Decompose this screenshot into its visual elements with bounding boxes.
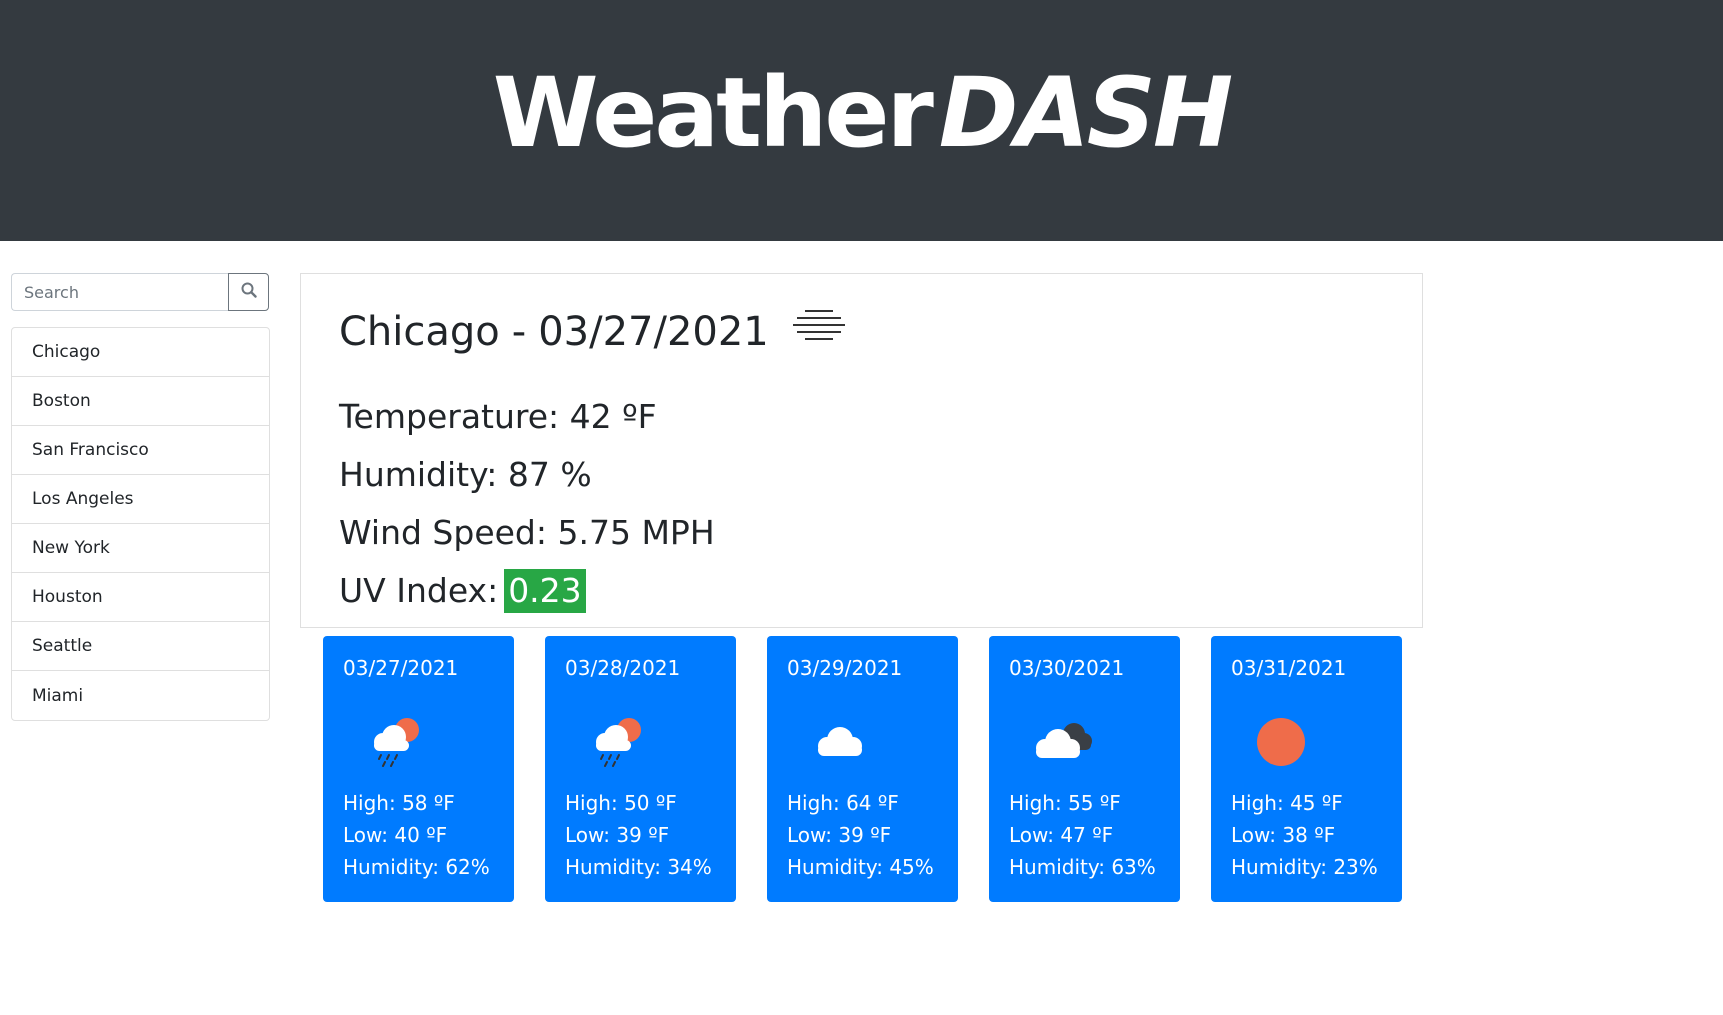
current-temperature: Temperature: 42 ºF (339, 397, 657, 436)
search-button[interactable] (228, 273, 269, 311)
overcast-clouds-icon (1027, 712, 1107, 772)
forecast-high: High: 58 ºF (343, 791, 455, 815)
forecast-high: High: 45 ºF (1231, 791, 1343, 815)
forecast-date: 03/28/2021 (565, 656, 681, 680)
current-wind-speed: Wind Speed: 5.75 MPH (339, 513, 715, 552)
city-item-chicago[interactable]: Chicago (12, 328, 269, 377)
forecast-low: Low: 47 ºF (1009, 823, 1114, 847)
forecast-humidity: Humidity: 63% (1009, 855, 1156, 879)
search-group (11, 273, 269, 311)
city-item-new-york[interactable]: New York (12, 524, 269, 573)
uv-label: UV Index: (339, 571, 499, 610)
sun-rain-icon (361, 712, 441, 772)
app-header: WeatherDASH (0, 0, 1723, 241)
forecast-high: High: 55 ºF (1009, 791, 1121, 815)
mist-icon (791, 304, 847, 360)
forecast-card: 03/28/2021 High: 50 ºF Low: 39 ºF Humidi… (545, 636, 736, 902)
city-item-houston[interactable]: Houston (12, 573, 269, 622)
cloud-icon (805, 712, 885, 772)
city-history-list: Chicago Boston San Francisco Los Angeles… (11, 327, 270, 721)
forecast-humidity: Humidity: 45% (787, 855, 934, 879)
forecast-low: Low: 38 ºF (1231, 823, 1336, 847)
forecast-humidity: Humidity: 34% (565, 855, 712, 879)
forecast-card: 03/31/2021 High: 45 ºF Low: 38 ºF Humidi… (1211, 636, 1402, 902)
search-input[interactable] (11, 273, 229, 311)
forecast-card: 03/30/2021 High: 55 ºF Low: 47 ºF Humidi… (989, 636, 1180, 902)
forecast-low: Low: 39 ºF (787, 823, 892, 847)
sun-rain-icon (583, 712, 663, 772)
current-city: Chicago (339, 309, 500, 355)
brand-dash: DASH (938, 57, 1233, 169)
city-item-san-francisco[interactable]: San Francisco (12, 426, 269, 475)
forecast-humidity: Humidity: 62% (343, 855, 490, 879)
current-date: 03/27/2021 (538, 309, 769, 355)
forecast-high: High: 50 ºF (565, 791, 677, 815)
forecast-card: 03/29/2021 High: 64 ºF Low: 39 ºF Humidi… (767, 636, 958, 902)
search-icon (241, 282, 257, 302)
uv-badge: 0.23 (504, 569, 586, 613)
brand-logo: WeatherDASH (0, 58, 1723, 168)
forecast-low: Low: 40 ºF (343, 823, 448, 847)
city-item-miami[interactable]: Miami (12, 671, 269, 720)
forecast-date: 03/29/2021 (787, 656, 903, 680)
city-item-los-angeles[interactable]: Los Angeles (12, 475, 269, 524)
brand-weather: Weather (492, 57, 934, 169)
current-title: Chicago - 03/27/2021 (339, 304, 847, 360)
title-separator: - (511, 309, 527, 355)
current-weather-card: Chicago - 03/27/2021 Temperature: 42 ºF … (300, 273, 1423, 628)
sun-icon (1249, 712, 1329, 772)
forecast-date: 03/27/2021 (343, 656, 459, 680)
forecast-high: High: 64 ºF (787, 791, 899, 815)
current-uv-index: UV Index: 0.23 (339, 569, 586, 613)
forecast-date: 03/30/2021 (1009, 656, 1125, 680)
current-humidity: Humidity: 87 % (339, 455, 592, 494)
city-item-boston[interactable]: Boston (12, 377, 269, 426)
forecast-low: Low: 39 ºF (565, 823, 670, 847)
forecast-card: 03/27/2021 High: 58 ºF Low: 40 ºF Humidi… (323, 636, 514, 902)
forecast-humidity: Humidity: 23% (1231, 855, 1378, 879)
forecast-date: 03/31/2021 (1231, 656, 1347, 680)
city-item-seattle[interactable]: Seattle (12, 622, 269, 671)
